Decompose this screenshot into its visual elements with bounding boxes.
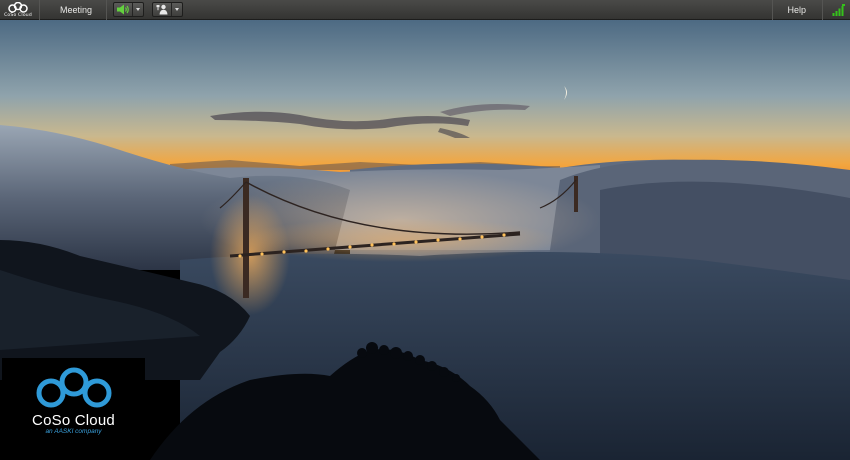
audio-button[interactable] — [113, 2, 145, 17]
shared-content-stage: CoSo Cloud an AASKI company — [0, 20, 850, 460]
audio-options-dropdown[interactable] — [132, 3, 143, 16]
chevron-down-icon — [136, 8, 141, 11]
webcam-person-icon[interactable] — [153, 3, 171, 16]
brand-name: CoSo Cloud — [32, 412, 115, 429]
brand-tagline: an AASKI company — [45, 428, 102, 435]
speaker-icon[interactable] — [114, 3, 132, 16]
toolbar-logo: CoSo Cloud — [3, 0, 33, 20]
coso-cloud-logo-icon — [8, 1, 28, 13]
toolbar-divider — [772, 0, 774, 20]
coso-cloud-logo-icon — [36, 367, 111, 408]
meeting-menu[interactable]: Meeting — [52, 0, 100, 20]
toolbar-divider — [106, 0, 108, 20]
toolbar-divider — [39, 0, 40, 20]
brand-logo-card: CoSo Cloud an AASKI company — [2, 358, 145, 444]
toolbar-divider — [822, 0, 823, 20]
signal-strength-icon[interactable] — [829, 0, 847, 20]
chevron-down-icon — [175, 8, 180, 11]
camera-button[interactable] — [152, 2, 184, 17]
toolbar-logo-text: CoSo Cloud — [4, 12, 32, 18]
camera-options-dropdown[interactable] — [171, 3, 182, 16]
meeting-toolbar: CoSo Cloud Meeting Help — [0, 0, 850, 20]
help-menu[interactable]: Help — [779, 0, 814, 20]
